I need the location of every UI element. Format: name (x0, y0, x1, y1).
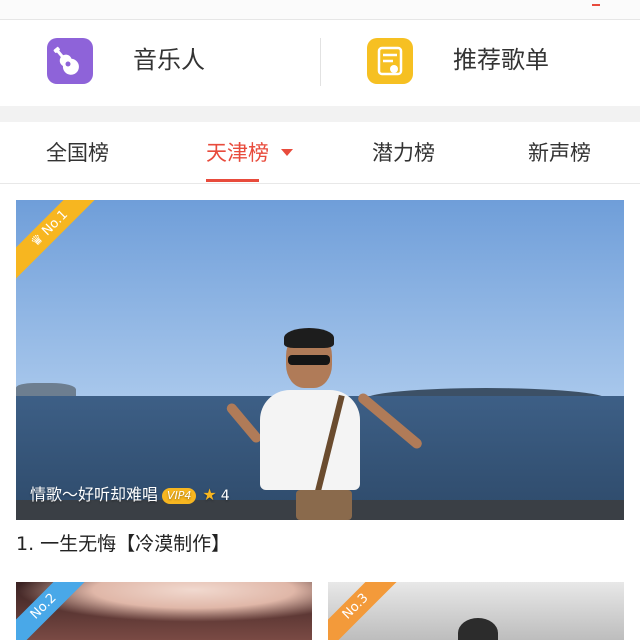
song-title: 情歌～好听却难唱 (30, 485, 159, 504)
rank-card-2[interactable]: No.2 (16, 582, 312, 640)
top-accent-mark (592, 0, 600, 6)
star-icon: ★ (202, 485, 217, 504)
tab-new-voice-label: 新声榜 (528, 141, 591, 165)
playlist-label: 推荐歌单 (453, 46, 549, 74)
tab-potential-label: 潜力榜 (372, 141, 435, 165)
tab-national-label: 全国榜 (46, 141, 109, 165)
section-gap (0, 106, 640, 122)
rank-card-1[interactable]: ♛No.1 情歌～好听却难唱 VIP4 ★ 4 (16, 200, 624, 520)
active-tab-underline (206, 179, 259, 182)
tab-new-voice[interactable]: 新声榜 (528, 122, 591, 184)
shortcut-row: 音乐人 推荐歌单 (0, 20, 640, 106)
playlist-shortcut[interactable]: 推荐歌单 (320, 20, 640, 106)
top-status-bar (0, 0, 640, 20)
rank-card-1-title[interactable]: 1. 一生无悔【冷漠制作】 (16, 530, 230, 558)
chart-tabs: 全国榜 天津榜 潜力榜 新声榜 (0, 122, 640, 184)
playlist-icon (367, 38, 413, 84)
rank-card-3[interactable]: No.3 (328, 582, 624, 640)
cover-image-3 (458, 618, 498, 640)
musician-label: 音乐人 (133, 46, 205, 74)
musician-shortcut[interactable]: 音乐人 (0, 20, 320, 106)
guitar-icon (47, 38, 93, 84)
cover-person (224, 328, 424, 520)
tab-national[interactable]: 全国榜 (46, 122, 109, 184)
vip-badge: VIP4 (162, 487, 197, 504)
star-count: 4 (220, 488, 230, 504)
tab-tianjin-label: 天津榜 (206, 141, 269, 165)
tab-potential[interactable]: 潜力榜 (372, 122, 435, 184)
caret-down-icon (281, 148, 293, 156)
tab-tianjin[interactable]: 天津榜 (206, 122, 293, 184)
cover-caption: 情歌～好听却难唱 VIP4 ★ 4 (30, 485, 230, 506)
rank-badge-3: No.3 (328, 582, 414, 640)
